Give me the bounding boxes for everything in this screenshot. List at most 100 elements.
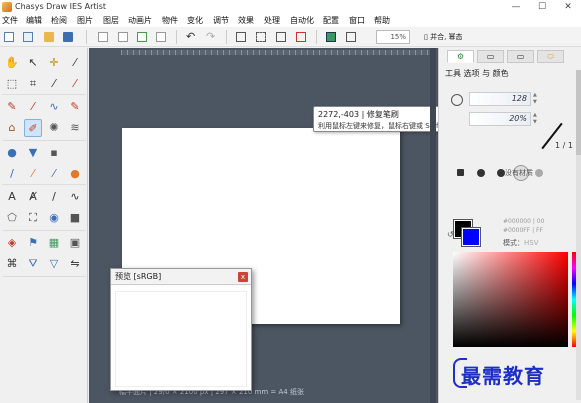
sharpen-tool-icon[interactable]: ▼	[24, 144, 42, 162]
layer-add-icon[interactable]	[296, 32, 306, 42]
new-file-icon[interactable]	[4, 32, 14, 42]
menu-automation[interactable]: 自动化	[290, 15, 314, 26]
ball-tool-icon[interactable]: ●	[66, 165, 84, 183]
menu-window[interactable]: 窗口	[349, 15, 365, 26]
menu-layer[interactable]: 图层	[103, 15, 119, 26]
tab-tool-options[interactable]: ⚙	[447, 50, 474, 63]
panel-scrollbar[interactable]	[576, 70, 581, 400]
toolbox-separator	[2, 276, 86, 277]
new-window-icon[interactable]	[23, 32, 33, 42]
preview-title: 预览 [sRGB]	[115, 272, 162, 281]
magic-wand-tool-icon[interactable]: ⁄	[45, 75, 63, 93]
cube-tool-icon[interactable]: ■	[66, 209, 84, 227]
bucket-tool-icon[interactable]: ◈	[3, 234, 21, 252]
tab-adjust[interactable]: ▭	[507, 50, 534, 63]
tab-layers[interactable]: ▭	[477, 50, 504, 63]
pattern-tool-icon[interactable]: ≋	[66, 119, 84, 137]
menu-object[interactable]: 物件	[162, 15, 178, 26]
maximize-button[interactable]: ☐	[529, 0, 555, 14]
heal-brush-tool-icon[interactable]: ✐	[24, 119, 42, 137]
pencil-tool-icon[interactable]: ✎	[3, 98, 21, 116]
brush-round-icon[interactable]	[477, 169, 485, 177]
blend-tool-icon[interactable]: ⁄	[45, 165, 63, 183]
move-tool-icon[interactable]: ✛	[45, 54, 63, 72]
redo-icon[interactable]: ↷	[206, 31, 216, 42]
menu-edit[interactable]: 编辑	[26, 15, 42, 26]
background-color-swatch[interactable]	[461, 227, 481, 247]
grid-icon[interactable]	[256, 32, 266, 42]
copy-icon[interactable]	[98, 32, 108, 42]
shape-fill-tool-icon[interactable]: ◉	[45, 209, 63, 227]
sponge-tool-icon[interactable]: ▪	[45, 144, 63, 162]
menu-transform[interactable]: 变化	[187, 15, 203, 26]
flip-tool-icon[interactable]: ▽	[45, 255, 63, 273]
tab-palette[interactable]: ⬭	[537, 50, 564, 63]
save-icon[interactable]	[63, 32, 73, 42]
preview-close-button[interactable]: x	[238, 272, 248, 282]
flag-tool-icon[interactable]: ⚑	[24, 234, 42, 252]
fullscreen-icon[interactable]	[346, 32, 356, 42]
duplicate-icon[interactable]	[156, 32, 166, 42]
color-mode-select[interactable]: 模式：HSV	[503, 238, 539, 248]
merge-button[interactable]: ▯ 并合, 幂态	[424, 30, 478, 44]
zoom-field[interactable]: 15%	[376, 30, 410, 44]
paste-new-icon[interactable]	[137, 32, 147, 42]
menu-review[interactable]: 检阅	[51, 15, 67, 26]
brush-tool-icon[interactable]: ⁄	[24, 98, 42, 116]
brush-square-icon[interactable]	[457, 169, 464, 176]
eyedropper-tool-icon[interactable]: ⁄	[66, 54, 84, 72]
menu-file[interactable]: 文件	[2, 15, 18, 26]
menu-config[interactable]: 配置	[323, 15, 339, 26]
crop-canvas-icon[interactable]	[236, 32, 246, 42]
warp-tool-icon[interactable]: ⛶	[24, 209, 42, 227]
spray-tool-icon[interactable]: ✺	[45, 119, 63, 137]
menu-animation[interactable]: 动画片	[128, 15, 152, 26]
opacity-slider[interactable]: 20%	[469, 112, 531, 126]
opacity-stepper[interactable]: ▲ ▼	[533, 112, 539, 126]
marquee-tool-icon[interactable]: ⬚	[3, 75, 21, 93]
menu-process[interactable]: 处理	[264, 15, 280, 26]
color-swap-icon[interactable]: ↺	[447, 230, 454, 239]
grid-tool-icon[interactable]	[66, 144, 84, 162]
panel-scroll-thumb[interactable]	[576, 70, 581, 155]
shape-tool-icon[interactable]: ⬠	[3, 209, 21, 227]
resize-icon[interactable]	[276, 32, 286, 42]
horizontal-ruler	[121, 50, 431, 55]
path-text-tool-icon[interactable]: Ⱥ	[24, 188, 42, 206]
brush-blur-icon[interactable]	[535, 169, 543, 177]
clone-tool-icon[interactable]: ✎	[66, 98, 84, 116]
gradient-tool-icon[interactable]: ▦	[45, 234, 63, 252]
fill-tool-icon[interactable]: ⁄	[24, 165, 42, 183]
text-tool-icon[interactable]: A	[3, 188, 21, 206]
hand-tool-icon[interactable]: ✋	[3, 54, 21, 72]
trim-tool-icon[interactable]: ⌘	[3, 255, 21, 273]
brush-soft-icon[interactable]	[497, 169, 505, 177]
fit-window-icon[interactable]	[326, 32, 336, 42]
perspective-tool-icon[interactable]: ⛛	[24, 255, 42, 273]
color-picker-field[interactable]	[453, 252, 568, 347]
crop-tool-icon[interactable]: ⌗	[24, 75, 42, 93]
brush-size-slider[interactable]: 128	[469, 92, 531, 106]
align-tool-icon[interactable]: ⇋	[66, 255, 84, 273]
line-tool-icon[interactable]: /	[45, 188, 63, 206]
stamp-tool-icon[interactable]: ⌂	[3, 119, 21, 137]
menu-help[interactable]: 帮助	[374, 15, 390, 26]
curve-tool-icon[interactable]: ∿	[66, 188, 84, 206]
menu-adjust[interactable]: 调节	[213, 15, 229, 26]
size-stepper[interactable]: ▲ ▼	[533, 92, 539, 106]
paint-tool-icon[interactable]: /	[3, 165, 21, 183]
undo-icon[interactable]: ↶	[186, 31, 196, 42]
minimize-button[interactable]: —	[503, 0, 529, 14]
smudge-tool-icon[interactable]: ∿	[45, 98, 63, 116]
paste-icon[interactable]	[118, 32, 128, 42]
drop-tool-icon[interactable]: ●	[3, 144, 21, 162]
picker-tool-icon[interactable]: ⁄	[66, 75, 84, 93]
pixel-tool-icon[interactable]: ▣	[66, 234, 84, 252]
pointer-tool-icon[interactable]: ↖	[24, 54, 42, 72]
close-window-button[interactable]: ✕	[555, 0, 581, 14]
open-folder-icon[interactable]	[44, 32, 54, 42]
menu-effects[interactable]: 效果	[238, 15, 254, 26]
menu-image[interactable]: 图片	[77, 15, 93, 26]
canvas-scrollbar[interactable]	[430, 48, 436, 403]
title-bar: Chasys Draw IES Artist — ☐ ✕	[0, 0, 581, 14]
